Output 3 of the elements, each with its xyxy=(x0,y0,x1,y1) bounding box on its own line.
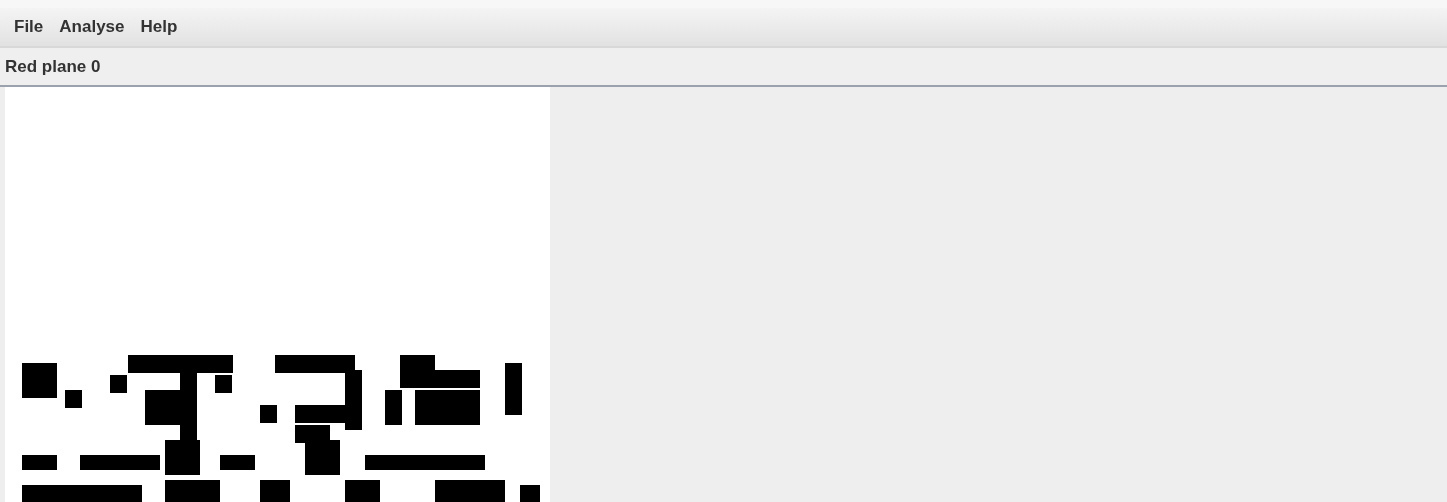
menu-item[interactable]: Help xyxy=(134,15,184,39)
menu-item[interactable]: Analyse xyxy=(53,15,131,39)
menu-item[interactable]: File xyxy=(8,15,50,39)
